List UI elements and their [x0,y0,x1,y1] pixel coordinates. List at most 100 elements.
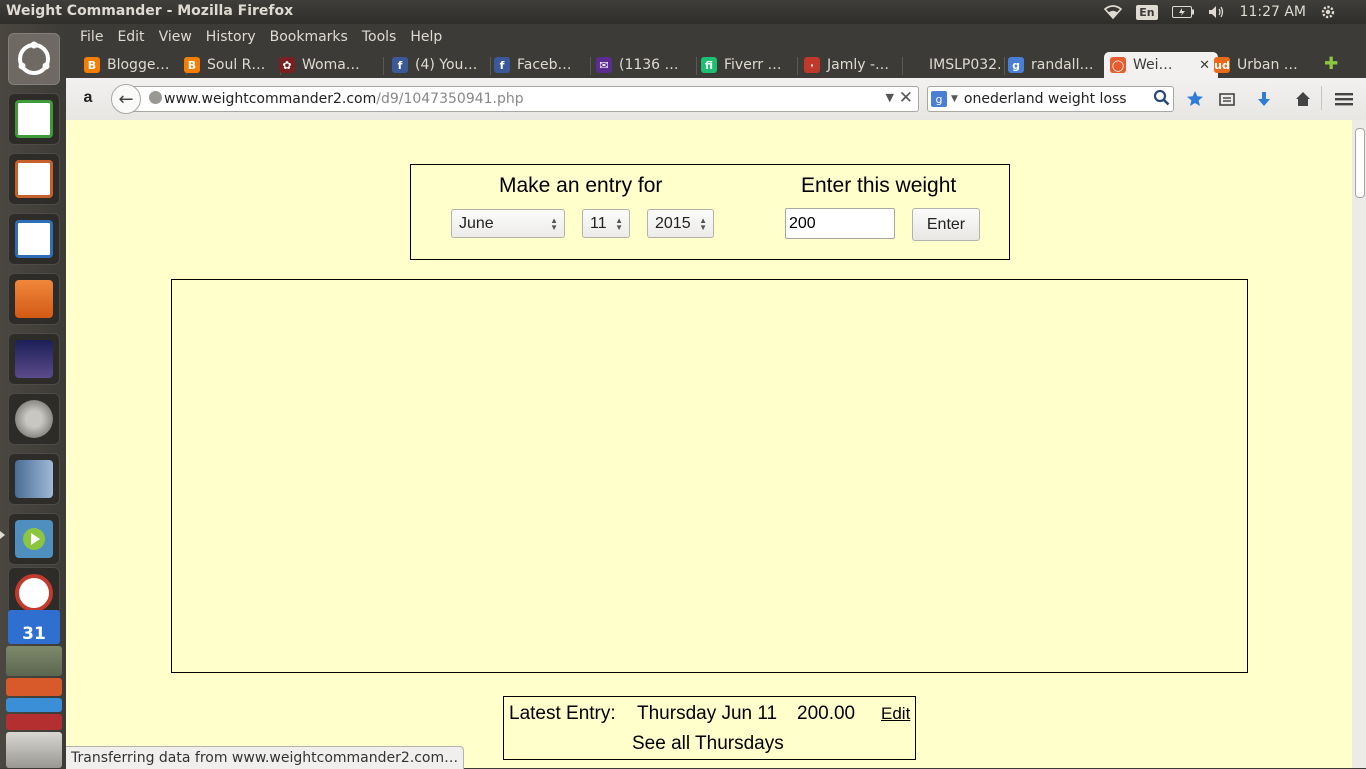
navigation-toolbar: a www.weightcommander2.com/d9/1047350941… [66,78,1366,121]
tab[interactable]: f (4) You… [392,52,486,78]
favicon-icon: g [1008,57,1024,73]
tab[interactable]: B Blogge… [84,52,182,78]
launcher: 31 [0,24,66,768]
stop-icon[interactable]: ✕ [899,88,913,108]
tab[interactable]: g randall… [1008,52,1104,78]
stacked-app-icon[interactable] [6,714,62,730]
spreadsheet-icon[interactable] [8,93,60,145]
year-select[interactable]: 2015 ▲ ▼ [647,209,714,238]
calendar-icon[interactable]: 31 [8,610,60,644]
menu-file[interactable]: File [73,29,110,45]
tab-label: Fiverr … [724,57,782,73]
see-all-link[interactable]: See all Thursdays [632,733,784,755]
favicon-icon [906,57,922,73]
tab-label: Wei… [1133,57,1173,73]
tab[interactable]: fi Fiverr … [701,52,793,78]
back-button[interactable]: ← [111,84,141,114]
latest-entry-label: Latest Entry: [509,703,616,724]
reader-icon[interactable] [8,453,60,505]
home-icon[interactable] [1293,89,1313,109]
bookmark-star-icon[interactable] [1185,89,1205,109]
tab-label: (1136 … [619,57,679,73]
menu-view[interactable]: View [152,29,199,45]
enter-button[interactable]: Enter [912,208,980,241]
tab-selected[interactable]: ◯ Wei… ✕ [1104,52,1218,78]
url-host: www.weightcommander2.com [164,91,377,107]
dash-icon[interactable] [8,33,60,85]
month-select-value: June [459,214,494,232]
search-engine-icon[interactable]: g [931,91,947,107]
search-go-icon[interactable] [1153,89,1170,110]
favicon-icon: f [494,57,510,73]
stacked-app-icon[interactable] [6,698,62,712]
tab-bar: B Blogge… B Soul R… ✿ Woma… f (4) You… f Faceb… ✉ (… [66,49,1366,78]
search-input[interactable]: onederland weight loss [964,91,1127,107]
tab-close-icon[interactable]: ✕ [1199,58,1210,73]
tab[interactable]: · Jamly -… [804,52,898,78]
new-tab-plus-icon[interactable]: ✚ [1324,54,1338,74]
trash-icon[interactable] [6,732,62,768]
top-panel: Weight Commander - Mozilla Firefox En 11… [0,0,1366,24]
presentation-icon[interactable] [8,153,60,205]
tab-separator [902,57,903,75]
tab[interactable]: ud Urban … [1214,52,1312,78]
scrollbar-thumb[interactable] [1355,128,1365,198]
latest-entry-date: Thursday Jun 11 [637,703,778,724]
stellarium-icon[interactable] [8,333,60,385]
favicon-icon: B [184,57,200,73]
month-select[interactable]: June ▲ ▼ [451,209,565,238]
search-engine-dropdown-icon[interactable]: ▼ [951,94,958,104]
status-bar: Transferring data from www.weightcommand… [66,746,465,769]
downloads-icon[interactable] [1254,89,1274,109]
menu-hamburger-icon[interactable] [1334,89,1354,109]
weight-input[interactable]: 200 [785,208,895,239]
amazon-icon[interactable]: a [78,88,98,108]
enter-weight-label: Enter this weight [801,174,957,197]
favicon-icon: · [804,57,820,73]
favicon-icon: ✉ [596,57,612,73]
page-content: Make an entry for Enter this weight June… [66,120,1352,768]
favicon-icon: B [84,57,100,73]
site-identity-icon[interactable] [149,91,162,104]
volume-icon[interactable] [1208,5,1226,19]
url-dropdown-icon[interactable]: ▼ [886,91,894,104]
keyboard-layout-indicator[interactable]: En [1136,4,1158,20]
favicon-icon: ✿ [279,57,295,73]
vertical-scrollbar[interactable] [1352,120,1366,768]
files-icon[interactable] [8,273,60,325]
day-select[interactable]: 11 ▲ ▼ [582,209,630,238]
stacked-app-icon[interactable] [6,678,62,696]
menu-help[interactable]: Help [403,29,449,45]
edit-link[interactable]: Edit [881,704,910,724]
video-player-icon[interactable] [8,513,60,565]
bookmarks-menu-icon[interactable] [1217,89,1237,109]
search-bar[interactable]: g ▼ onederland weight loss [927,86,1174,112]
entry-form: Make an entry for Enter this weight June… [410,164,1010,260]
menu-bookmarks[interactable]: Bookmarks [263,29,355,45]
tab-label: (4) You… [415,57,478,73]
url-bar[interactable]: www.weightcommander2.com/d9/1047350941.p… [130,86,919,112]
menu-edit[interactable]: Edit [110,29,151,45]
menu-tools[interactable]: Tools [355,29,404,45]
tab[interactable]: IMSLP032… [906,52,1000,78]
tab-separator [696,57,697,75]
session-gear-icon[interactable] [1320,4,1336,20]
favicon-icon: f [392,57,408,73]
tab[interactable]: f Faceb… [494,52,586,78]
tab[interactable]: B Soul R… [184,52,276,78]
window-title: Weight Commander - Mozilla Firefox [6,3,294,19]
battery-icon[interactable] [1171,6,1194,18]
toolbar-divider [1321,86,1322,110]
stacked-app-icon[interactable] [6,646,62,676]
writer-icon[interactable] [8,213,60,265]
settings-icon[interactable] [8,393,60,445]
tab-label: randall… [1031,57,1094,73]
tab-label: IMSLP032… [929,57,1000,73]
tab[interactable]: ✿ Woma… [279,52,379,78]
clock[interactable]: 11:27 AM [1240,4,1306,20]
menu-history[interactable]: History [199,29,263,45]
tab-separator [1004,57,1005,75]
wifi-icon[interactable] [1104,5,1123,19]
tab[interactable]: ✉ (1136 … [596,52,692,78]
year-select-value: 2015 [655,214,691,232]
